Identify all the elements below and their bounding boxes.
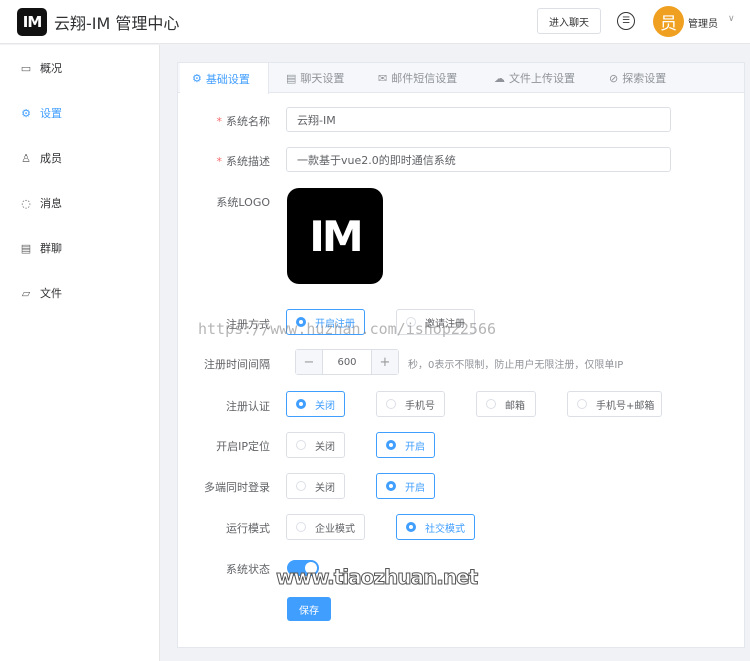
message-icon: ◌: [21, 196, 31, 210]
group-chat-icon: ▤: [20, 241, 32, 255]
tab-explore-settings[interactable]: ⊘ 探索设置: [597, 63, 678, 93]
radio-dot: [577, 399, 587, 409]
sidebar: ▭ 概况 ⚙ 设置 ♙ 成员 ◌ 消息 ▤ 群聊 ▱ 文件: [0, 45, 160, 661]
tab-label: 探索设置: [622, 72, 667, 85]
sidebar-item-groups[interactable]: ▤ 群聊: [20, 238, 62, 258]
sidebar-item-label: 概况: [40, 62, 62, 75]
tab-mail-sms-settings[interactable]: ✉ 邮件短信设置: [366, 63, 469, 93]
save-button[interactable]: 保存: [287, 597, 331, 621]
folder-icon: ▱: [21, 286, 31, 300]
sidebar-item-label: 消息: [40, 197, 62, 210]
tab-label: 邮件短信设置: [391, 72, 458, 85]
chat-icon: ▤: [286, 71, 297, 85]
radio-ip-on[interactable]: 开启: [376, 432, 435, 458]
reg-interval-input[interactable]: 600: [322, 350, 372, 374]
reg-interval-label: 注册时间间隔: [204, 358, 270, 371]
chart-icon: ▭: [20, 61, 32, 75]
sidebar-item-members[interactable]: ♙ 成员: [20, 148, 62, 168]
gear-icon: ⚙: [21, 106, 31, 120]
tab-label: 文件上传设置: [509, 72, 575, 85]
run-mode-label: 运行模式: [226, 522, 270, 535]
avatar[interactable]: 员: [653, 6, 684, 37]
radio-ip-off[interactable]: 关闭: [286, 432, 345, 458]
radio-dot: [386, 440, 396, 450]
user-icon: ♙: [21, 151, 31, 165]
system-logo-label: 系统LOGO: [216, 196, 270, 209]
user-menu[interactable]: 管理员: [688, 15, 718, 30]
gear-icon: ⚙: [192, 72, 202, 85]
watermark: https://www.huzhan.com/ishop22566: [198, 320, 497, 338]
radio-auth-email[interactable]: 邮箱: [476, 391, 536, 417]
radio-dot: [296, 440, 306, 450]
reg-interval-hint: 秒，0表示不限制，防止用户无限注册，仅限单IP: [408, 360, 624, 371]
increment-button[interactable]: +: [372, 350, 398, 374]
tab-basic-settings[interactable]: ⚙ 基础设置: [180, 63, 269, 94]
radio-dot: [296, 481, 306, 491]
system-name-label: * 系统名称: [216, 115, 271, 128]
sidebar-item-messages[interactable]: ◌ 消息: [20, 193, 62, 213]
watermark: www.tiaozhuan.net: [275, 565, 478, 590]
tab-upload-settings[interactable]: ☁ 文件上传设置: [482, 63, 587, 93]
radio-multi-on[interactable]: 开启: [376, 473, 435, 499]
radio-auth-phone-email[interactable]: 手机号+邮箱: [567, 391, 662, 417]
system-desc-input[interactable]: 一款基于vue2.0的即时通信系统: [286, 147, 671, 172]
sidebar-item-label: 成员: [40, 152, 62, 165]
tab-label: 聊天设置: [300, 72, 345, 85]
ip-location-label: 开启IP定位: [216, 440, 270, 453]
radio-dot: [296, 399, 306, 409]
sidebar-item-label: 文件: [40, 287, 62, 300]
settings-card: ⚙ 基础设置 ▤ 聊天设置 ✉ 邮件短信设置 ☁ 文件上传设置 ⊘ 探索设置 * 系统名称 …: [177, 62, 745, 648]
radio-multi-off[interactable]: 关闭: [286, 473, 345, 499]
app-logo: IM: [17, 8, 47, 36]
reg-auth-label: 注册认证: [226, 400, 270, 413]
radio-dot: [386, 481, 396, 491]
radio-dot: [406, 522, 416, 532]
system-name-input[interactable]: 云翔-IM: [286, 107, 671, 132]
multi-login-label: 多端同时登录: [204, 481, 270, 494]
radio-enterprise-mode[interactable]: 企业模式: [286, 514, 365, 540]
radio-dot: [486, 399, 496, 409]
cloud-icon: ☁: [494, 71, 505, 85]
app-title: 云翔-IM 管理中心: [54, 14, 180, 33]
radio-dot: [296, 522, 306, 532]
sidebar-item-settings[interactable]: ⚙ 设置: [20, 103, 62, 123]
tab-chat-settings[interactable]: ▤ 聊天设置: [274, 63, 356, 93]
tab-label: 基础设置: [205, 72, 250, 86]
tab-bar: ⚙ 基础设置 ▤ 聊天设置 ✉ 邮件短信设置 ☁ 文件上传设置 ⊘ 探索设置: [178, 63, 744, 94]
sidebar-item-files[interactable]: ▱ 文件: [20, 283, 62, 303]
sidebar-item-label: 群聊: [40, 242, 62, 255]
chevron-down-icon[interactable]: ∨: [728, 14, 735, 24]
decrement-button[interactable]: −: [296, 350, 322, 374]
chat-bubble-icon[interactable]: ☰: [617, 12, 635, 30]
reg-interval-stepper[interactable]: − 600 +: [295, 349, 399, 375]
radio-auth-off[interactable]: 关闭: [286, 391, 345, 417]
compass-icon: ⊘: [609, 71, 619, 85]
radio-auth-phone[interactable]: 手机号: [376, 391, 445, 417]
system-logo-upload[interactable]: IM: [287, 188, 383, 284]
top-header: IM 云翔-IM 管理中心 进入聊天 ☰ 员 管理员 ∨: [0, 0, 750, 44]
enter-chat-button[interactable]: 进入聊天: [537, 8, 601, 34]
radio-dot: [386, 399, 396, 409]
system-status-label: 系统状态: [226, 563, 270, 576]
system-desc-label: * 系统描述: [216, 155, 271, 168]
sidebar-item-overview[interactable]: ▭ 概况: [20, 58, 62, 78]
radio-social-mode[interactable]: 社交模式: [396, 514, 475, 540]
mail-icon: ✉: [378, 71, 388, 85]
sidebar-item-label: 设置: [40, 107, 62, 120]
